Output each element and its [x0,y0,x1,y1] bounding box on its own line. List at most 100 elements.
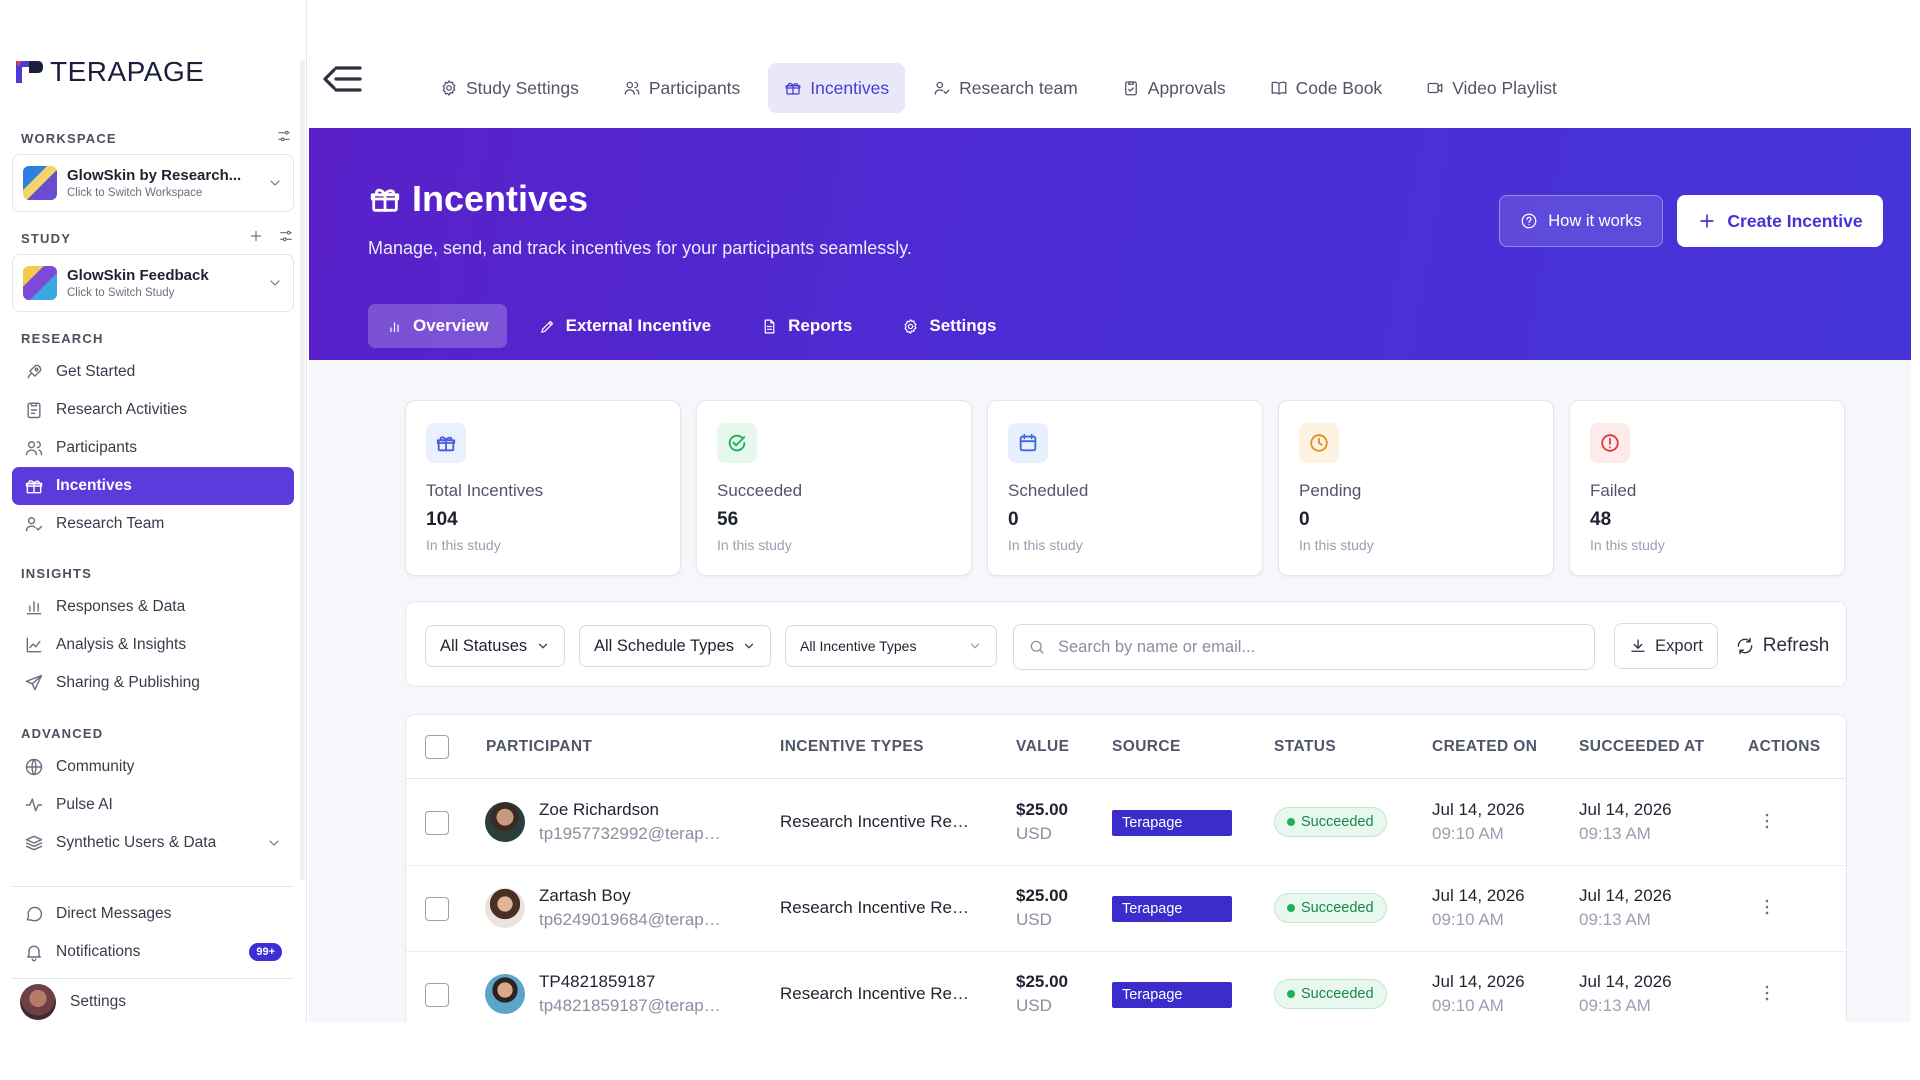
column-header-source[interactable]: SOURCE [1112,738,1181,756]
line-chart-icon [26,637,42,653]
participant-avatar [485,974,525,1014]
sidebar-item-settings[interactable]: Settings [12,980,294,1024]
sidebar-item-incentives[interactable]: Incentives [12,467,294,505]
incentive-currency: USD [1016,824,1052,843]
sidebar-item-direct-messages[interactable]: Direct Messages [12,895,294,933]
table-header: PARTICIPANT INCENTIVE TYPES VALUE SOURCE… [406,715,1846,779]
tab-approvals[interactable]: Approvals [1106,63,1242,113]
stat-value: 0 [1008,509,1019,530]
check-circle-icon [728,434,746,452]
more-vertical-icon [1765,985,1769,1001]
sidebar-item-synthetic-users-data[interactable]: Synthetic Users & Data [12,824,294,862]
export-button[interactable]: Export [1614,623,1718,669]
row-actions-button[interactable] [1756,982,1778,1004]
table-row[interactable]: TP4821859187 tp4821859187@terapage.ai Re… [406,952,1846,1022]
stat-icon-wrap [1590,423,1630,463]
stat-value: 56 [717,509,739,530]
stat-icon-wrap [426,423,466,463]
chevron-down-icon [267,275,283,291]
sidebar-scrollbar[interactable] [300,60,305,880]
alert-circle-icon [1601,434,1619,452]
row-checkbox[interactable] [425,897,449,921]
tab-research-team[interactable]: Research team [917,63,1094,113]
column-header-value[interactable]: VALUE [1016,738,1069,756]
column-header-succeeded-at[interactable]: SUCCEEDED AT [1579,738,1704,756]
how-it-works-button[interactable]: How it works [1499,195,1663,247]
chevron-down-icon [266,835,282,851]
bar-chart-icon [26,601,42,615]
pulse-icon [25,798,43,812]
refresh-button[interactable]: Refresh [1730,623,1834,669]
status-text: Succeeded [1301,814,1374,830]
column-header-created-on[interactable]: CREATED ON [1432,738,1537,756]
create-incentive-button[interactable]: Create Incentive [1677,195,1883,247]
user-check-icon [934,81,950,95]
sidebar-item-responses-data[interactable]: Responses & Data [12,588,294,626]
status-filter-select[interactable]: All Statuses [425,625,565,667]
stat-card-pending: Pending 0 In this study [1278,400,1554,576]
study-tabs: Study Settings Participants Incentives R… [424,63,1573,113]
incentive-type: Research Incentive Reward [780,812,970,831]
subtab-reports[interactable]: Reports [743,304,870,348]
tab-label: Approvals [1147,77,1226,98]
tab-label: Incentives [810,77,890,98]
collapse-sidebar-button[interactable] [322,62,362,96]
clipboard-icon [27,402,41,419]
stat-label: Scheduled [1008,481,1089,500]
advanced-section-title: ADVANCED [21,726,104,741]
sidebar-item-research-activities[interactable]: Research Activities [12,391,294,429]
subtab-external-incentive[interactable]: External Incentive [521,304,730,348]
gear-icon [442,80,456,96]
sidebar-item-label: Responses & Data [56,598,186,615]
sidebar-item-analysis-insights[interactable]: Analysis & Insights [12,626,294,664]
sidebar-item-label: Analysis & Insights [56,636,187,653]
table-row[interactable]: Zoe Richardson tp1957732992@terapage.ai … [406,780,1846,866]
column-header-incentive-types[interactable]: INCENTIVE TYPES [780,738,924,756]
tab-video-playlist[interactable]: Video Playlist [1410,63,1573,113]
page-title: Incentives [368,178,588,220]
row-actions-button[interactable] [1756,810,1778,832]
notifications-count-badge: 99+ [249,943,282,961]
source-badge: Terapage [1112,810,1232,836]
row-checkbox[interactable] [425,983,449,1007]
stat-icon-wrap [1299,423,1339,463]
incentives-table: PARTICIPANT INCENTIVE TYPES VALUE SOURCE… [405,714,1847,1022]
stat-label: Failed [1590,481,1637,500]
row-actions-button[interactable] [1756,896,1778,918]
sidebar-item-research-team[interactable]: Research Team [12,505,294,543]
workspace-switcher[interactable]: GlowSkin by Research... Click to Switch … [12,154,294,212]
sliders-icon[interactable] [276,128,292,144]
send-icon [25,674,43,691]
sidebar-item-sharing-publishing[interactable]: Sharing & Publishing [12,664,294,702]
incentive-type: Research Incentive Reward [780,984,970,1003]
search-input[interactable] [1058,637,1558,657]
subtab-overview[interactable]: Overview [368,304,507,348]
stat-value: 48 [1590,509,1612,530]
sidebar-item-notifications[interactable]: Notifications 99+ [12,933,294,971]
select-all-checkbox[interactable] [425,735,449,759]
sliders-icon[interactable] [278,228,294,244]
schedule-type-filter-select[interactable]: All Schedule Types [579,625,771,667]
sidebar-item-community[interactable]: Community [12,748,294,786]
table-row[interactable]: Zartash Boy tp6249019684@terapage.ai Res… [406,866,1846,952]
incentive-type-filter-select[interactable]: All Incentive Types [785,625,997,667]
sidebar-item-participants[interactable]: Participants [12,429,294,467]
tab-label: Study Settings [466,77,579,98]
row-checkbox[interactable] [425,811,449,835]
study-switcher[interactable]: GlowSkin Feedback Click to Switch Study [12,254,294,312]
subtab-settings[interactable]: Settings [884,304,1014,348]
tab-study-settings[interactable]: Study Settings [424,63,595,113]
sidebar-item-label: Incentives [56,477,132,494]
users-icon [624,81,640,95]
tab-incentives[interactable]: Incentives [768,63,906,113]
research-section-title: RESEARCH [21,331,104,346]
terapage-logo[interactable]: TERAPAGE [14,56,204,87]
sidebar-item-pulse-ai[interactable]: Pulse AI [12,786,294,824]
column-header-participant[interactable]: PARTICIPANT [486,738,592,756]
plus-icon[interactable] [248,228,264,244]
tab-code-book[interactable]: Code Book [1254,63,1399,113]
sidebar-item-get-started[interactable]: Get Started [12,353,294,391]
tab-participants[interactable]: Participants [607,63,756,113]
column-header-status[interactable]: STATUS [1274,738,1336,756]
export-label: Export [1655,636,1703,655]
